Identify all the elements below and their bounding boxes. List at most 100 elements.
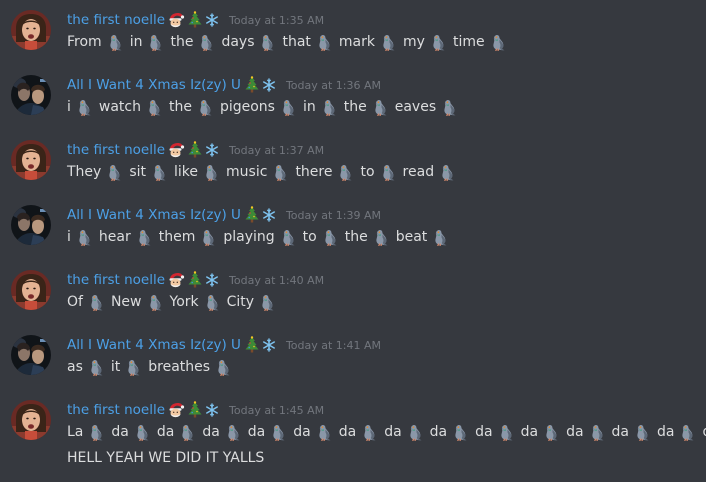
- message-word: in: [302, 99, 316, 115]
- pigeon-emoji: [76, 228, 94, 246]
- message-word: From: [67, 34, 102, 50]
- name-decorations: [166, 401, 219, 419]
- message-word: da: [520, 424, 539, 440]
- username[interactable]: All I Want 4 Xmas Iz(zy) U: [67, 337, 241, 353]
- message-header: All I Want 4 Xmas Iz(zy) U Today at 1:39…: [67, 205, 381, 225]
- pigeon-emoji: [200, 228, 218, 246]
- username[interactable]: the first noelle: [67, 272, 165, 288]
- pigeon-emoji: [136, 228, 154, 246]
- snowflake-emoji: [204, 13, 219, 27]
- pigeon-emoji: [322, 228, 340, 246]
- avatar[interactable]: [11, 10, 51, 50]
- message-word: the: [344, 229, 368, 245]
- message-word: my: [403, 34, 425, 50]
- message-word: La: [67, 424, 84, 440]
- message-text: as it breathes: [67, 357, 238, 377]
- pigeon-emoji: [259, 33, 277, 51]
- name-decorations: [166, 11, 219, 29]
- timestamp[interactable]: Today at 1:36 AM: [286, 79, 381, 92]
- timestamp[interactable]: Today at 1:39 AM: [286, 209, 381, 222]
- avatar[interactable]: [11, 140, 51, 180]
- message-word: sit: [129, 164, 147, 180]
- message-header: the first noelle Today at 1:40 AM: [67, 270, 324, 290]
- santa-emoji: [166, 141, 185, 159]
- message-word: them: [158, 229, 196, 245]
- avatar[interactable]: [11, 335, 51, 375]
- pigeon-emoji: [380, 33, 398, 51]
- username[interactable]: the first noelle: [67, 402, 165, 418]
- timestamp[interactable]: Today at 1:40 AM: [229, 274, 324, 287]
- message-word: da: [156, 424, 175, 440]
- message-header: the first noelle Today at 1:35 AM: [67, 10, 324, 30]
- message-word: it: [110, 359, 121, 375]
- christmas-tree-emoji: [242, 76, 261, 94]
- message-word: the: [168, 99, 192, 115]
- username[interactable]: All I Want 4 Xmas Iz(zy) U: [67, 77, 241, 93]
- message-word: as: [67, 359, 83, 375]
- timestamp[interactable]: Today at 1:45 AM: [229, 404, 324, 417]
- pigeon-emoji: [107, 33, 125, 51]
- avatar[interactable]: [11, 205, 51, 245]
- avatar[interactable]: [11, 75, 51, 115]
- timestamp[interactable]: Today at 1:37 AM: [229, 144, 324, 157]
- name-decorations: [242, 206, 276, 224]
- pigeon-emoji: [407, 423, 425, 441]
- pigeon-emoji: [270, 423, 288, 441]
- pigeon-emoji: [151, 163, 169, 181]
- message: the first noelle Today at 1:40 AM Of New Y…: [0, 270, 706, 330]
- message-word: time: [452, 34, 485, 50]
- message-text: They sit like music there to read: [67, 162, 462, 182]
- pigeon-emoji: [76, 98, 94, 116]
- timestamp[interactable]: Today at 1:41 AM: [286, 339, 381, 352]
- avatar[interactable]: [11, 270, 51, 310]
- message-text: La da da da da da da da da da da da da da da: [67, 422, 706, 442]
- pigeon-emoji: [430, 33, 448, 51]
- message-word: City: [226, 294, 255, 310]
- pigeon-emoji: [225, 423, 243, 441]
- message-word: eaves: [394, 99, 437, 115]
- pigeon-emoji: [204, 293, 222, 311]
- message-word: i: [67, 99, 71, 115]
- message: the first noelle Today at 1:45 AM La da da…: [0, 400, 706, 475]
- snowflake-emoji: [261, 78, 276, 92]
- message-word: like: [174, 164, 199, 180]
- pigeon-emoji: [316, 423, 334, 441]
- message-word: New: [110, 294, 142, 310]
- message-word: that: [282, 34, 311, 50]
- message: the first noelle Today at 1:35 AM From in…: [0, 10, 706, 70]
- avatar[interactable]: [11, 400, 51, 440]
- username[interactable]: All I Want 4 Xmas Iz(zy) U: [67, 207, 241, 223]
- timestamp[interactable]: Today at 1:35 AM: [229, 14, 324, 27]
- message-word: pigeons: [219, 99, 275, 115]
- message-word: music: [226, 164, 268, 180]
- pigeon-emoji: [490, 33, 508, 51]
- pigeon-emoji: [432, 228, 450, 246]
- username[interactable]: the first noelle: [67, 12, 165, 28]
- message-word: i: [67, 229, 71, 245]
- message-word: hear: [98, 229, 131, 245]
- message: All I Want 4 Xmas Iz(zy) U Today at 1:41…: [0, 335, 706, 395]
- christmas-tree-emoji: [242, 336, 261, 354]
- message-word: da: [611, 424, 630, 440]
- message-word: the: [170, 34, 194, 50]
- message-word: the: [343, 99, 367, 115]
- pigeon-emoji: [198, 33, 216, 51]
- message-word: playing: [223, 229, 275, 245]
- pigeon-emoji: [125, 358, 143, 376]
- name-decorations: [166, 141, 219, 159]
- pigeon-emoji: [439, 163, 457, 181]
- message-text-line-2: HELL YEAH WE DID IT YALLS: [67, 450, 265, 466]
- christmas-tree-emoji: [185, 271, 204, 289]
- message-word: da: [702, 424, 706, 440]
- username[interactable]: the first noelle: [67, 142, 165, 158]
- message-word: da: [566, 424, 584, 440]
- pigeon-emoji: [215, 358, 233, 376]
- message-text: Of New York City: [67, 292, 282, 312]
- message-word: beat: [395, 229, 428, 245]
- message-word: da: [247, 424, 266, 440]
- pigeon-emoji: [316, 33, 334, 51]
- pigeon-emoji: [679, 423, 697, 441]
- message-word: da: [293, 424, 311, 440]
- message-word: da: [384, 424, 402, 440]
- name-decorations: [242, 336, 276, 354]
